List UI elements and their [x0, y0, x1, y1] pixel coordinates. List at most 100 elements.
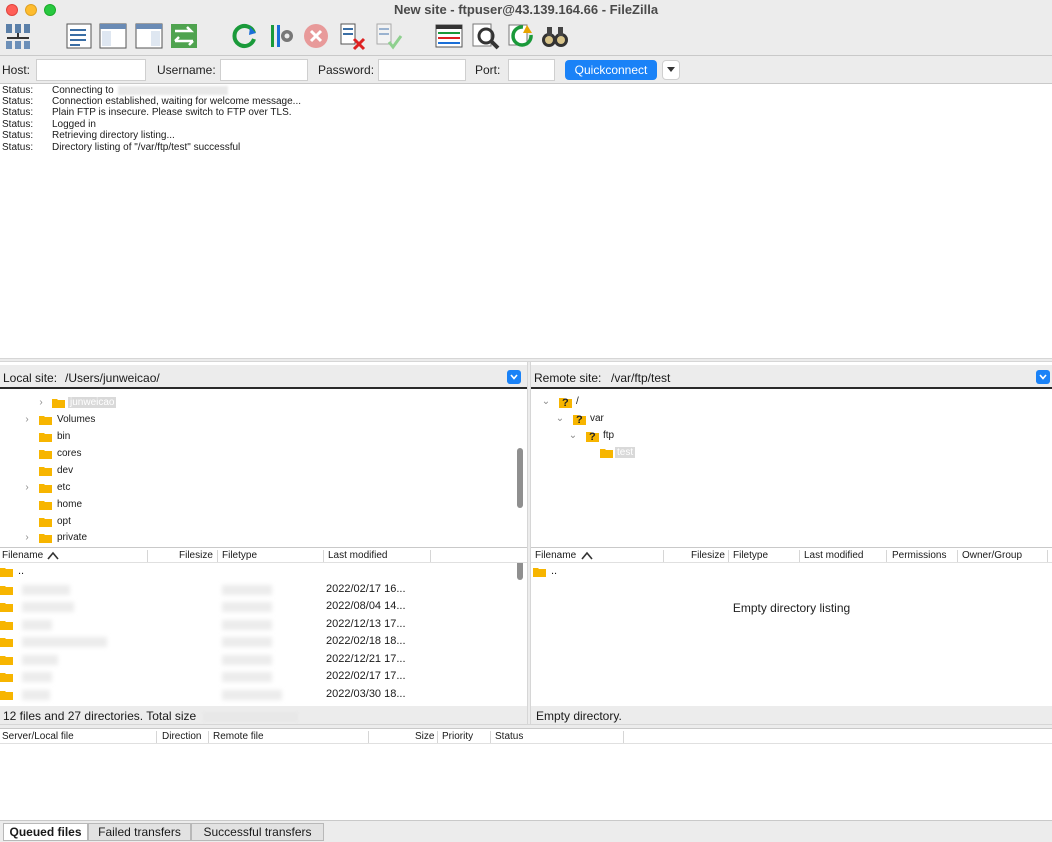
- list-item[interactable]: 2022/02/18 18...: [0, 633, 527, 650]
- toggle-transfer-queue-button[interactable]: [168, 20, 200, 52]
- chevron-right-icon[interactable]: ›: [22, 532, 32, 543]
- list-item[interactable]: 2022/12/21 17...: [0, 651, 527, 668]
- local-file-list[interactable]: .. 2022/02/17 16... 2022/08/04 14... 202…: [0, 563, 527, 706]
- disconnect-button[interactable]: [336, 20, 368, 52]
- remote-directory-tree[interactable]: ⌄ ? / ⌄ ? var ⌄ ? ftp test: [531, 391, 1052, 545]
- chevron-right-icon[interactable]: ›: [36, 397, 46, 408]
- message-log[interactable]: Status: Connecting to Status: Connection e…: [0, 84, 1052, 358]
- port-input[interactable]: [508, 59, 555, 81]
- local-status-bar: 12 files and 27 directories. Total size: [0, 706, 527, 726]
- list-item[interactable]: ..: [531, 563, 1052, 580]
- tree-item-ftp[interactable]: ⌄ ? ftp: [568, 427, 614, 444]
- local-list-scrollbar[interactable]: [517, 563, 523, 580]
- chevron-down-icon[interactable]: ⌄: [541, 396, 551, 407]
- tree-item-dev[interactable]: dev: [39, 462, 73, 479]
- tab-queued-files[interactable]: Queued files: [3, 823, 88, 841]
- synchronized-browsing-button[interactable]: [504, 20, 536, 52]
- site-manager-button[interactable]: [2, 20, 34, 52]
- tree-item-etc[interactable]: › etc: [22, 479, 70, 496]
- column-last-modified[interactable]: Last modified: [328, 550, 387, 561]
- tree-item-cores[interactable]: cores: [39, 445, 81, 462]
- directory-filters-icon: [435, 24, 463, 48]
- cancel-operation-button[interactable]: [300, 20, 332, 52]
- column-filetype[interactable]: Filetype: [222, 550, 257, 561]
- tab-failed-transfers[interactable]: Failed transfers: [88, 823, 191, 841]
- refresh-button[interactable]: [229, 20, 261, 52]
- list-item[interactable]: 2022/12/13 17...: [0, 616, 527, 633]
- host-input[interactable]: [36, 59, 146, 81]
- process-queue-button[interactable]: [265, 20, 297, 52]
- tree-item-bin[interactable]: bin: [39, 428, 70, 445]
- column-size[interactable]: Size: [415, 731, 434, 742]
- column-direction[interactable]: Direction: [162, 731, 201, 742]
- column-status[interactable]: Status: [495, 731, 523, 742]
- chevron-right-icon[interactable]: ›: [22, 482, 32, 493]
- redacted-filetype: [222, 585, 272, 595]
- tree-item-root[interactable]: ⌄ ? /: [541, 393, 579, 410]
- column-owner-group[interactable]: Owner/Group: [962, 550, 1022, 561]
- remote-path-dropdown[interactable]: [1036, 370, 1050, 384]
- column-filesize[interactable]: Filesize: [179, 550, 213, 561]
- tree-item-var[interactable]: ⌄ ? var: [555, 410, 604, 427]
- cancel-operation-icon: [304, 24, 328, 48]
- toggle-message-log-button[interactable]: [63, 20, 95, 52]
- folder-icon: [0, 585, 13, 595]
- list-item[interactable]: 2022/03/30 18...: [0, 686, 527, 703]
- column-last-modified[interactable]: Last modified: [804, 550, 863, 561]
- tree-item-opt[interactable]: opt: [39, 513, 71, 530]
- column-filename[interactable]: Filename: [2, 550, 43, 561]
- column-filesize[interactable]: Filesize: [691, 550, 725, 561]
- username-input[interactable]: [220, 59, 308, 81]
- svg-text:?: ?: [589, 431, 596, 443]
- transfer-queue-list[interactable]: [0, 744, 1052, 820]
- remote-path-input[interactable]: /var/ftp/test: [611, 371, 670, 385]
- chevron-down-icon[interactable]: ⌄: [555, 413, 565, 424]
- redacted-filetype: [222, 655, 272, 665]
- column-server-local-file[interactable]: Server/Local file: [2, 731, 74, 742]
- unknown-folder-icon: ?: [586, 429, 600, 443]
- tree-item-junweicao[interactable]: › junweicao: [36, 394, 117, 411]
- toggle-remote-tree-button[interactable]: [133, 20, 165, 52]
- toggle-local-tree-button[interactable]: [97, 20, 129, 52]
- local-directory-tree[interactable]: › junweicao › Volumes bin cores dev › et…: [0, 391, 527, 545]
- column-priority[interactable]: Priority: [442, 731, 473, 742]
- tree-item-home[interactable]: home: [39, 496, 82, 513]
- unknown-folder-icon: ?: [559, 395, 573, 409]
- chevron-right-icon[interactable]: ›: [22, 414, 32, 425]
- tab-successful-transfers[interactable]: Successful transfers: [191, 823, 324, 841]
- chevron-down-icon: [667, 67, 675, 72]
- password-input[interactable]: [378, 59, 466, 81]
- column-remote-file[interactable]: Remote file: [213, 731, 264, 742]
- column-permissions[interactable]: Permissions: [892, 550, 946, 561]
- list-item[interactable]: 2022/08/04 14...: [0, 598, 527, 615]
- quickconnect-history-dropdown[interactable]: [662, 60, 680, 80]
- column-filename[interactable]: Filename: [535, 550, 576, 561]
- remote-file-list[interactable]: .. Empty directory listing: [531, 563, 1052, 706]
- folder-icon: [39, 500, 52, 510]
- toggle-remote-tree-icon: [135, 23, 163, 49]
- list-item[interactable]: ..: [0, 563, 527, 580]
- column-filetype[interactable]: Filetype: [733, 550, 768, 561]
- search-remote-files-button[interactable]: [539, 20, 571, 52]
- directory-comparison-button[interactable]: [469, 20, 501, 52]
- quickconnect-button[interactable]: Quickconnect: [565, 60, 657, 80]
- tree-item-volumes[interactable]: › Volumes: [22, 411, 95, 428]
- directory-filters-button[interactable]: [433, 20, 465, 52]
- tree-item-test[interactable]: test: [600, 444, 636, 461]
- list-item[interactable]: 2022/02/17 16...: [0, 581, 527, 598]
- reconnect-button[interactable]: [372, 20, 404, 52]
- chevron-down-icon: [1039, 374, 1047, 380]
- local-path-dropdown[interactable]: [507, 370, 521, 384]
- folder-icon: [39, 432, 52, 442]
- list-item[interactable]: 2022/02/17 17...: [0, 668, 527, 685]
- log-line: Status: Logged in: [2, 119, 96, 130]
- unknown-folder-icon: ?: [573, 412, 587, 426]
- local-path-input[interactable]: /Users/junweicao/: [65, 371, 160, 385]
- redacted-filetype: [222, 637, 272, 647]
- chevron-down-icon[interactable]: ⌄: [568, 430, 578, 441]
- refresh-icon: [232, 24, 256, 48]
- log-splitter[interactable]: [0, 358, 1052, 362]
- tree-item-private[interactable]: › private: [22, 529, 87, 545]
- local-tree-scrollbar[interactable]: [517, 448, 523, 508]
- redacted-filetype: [222, 602, 272, 612]
